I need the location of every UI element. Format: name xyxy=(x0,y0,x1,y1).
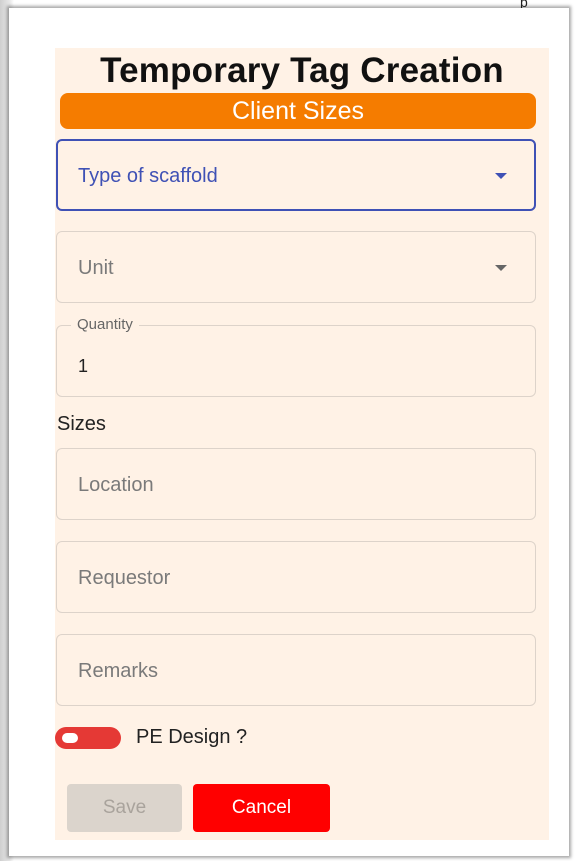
type-of-scaffold-placeholder: Type of scaffold xyxy=(78,165,218,187)
requestor-field[interactable]: Requestor xyxy=(56,541,536,613)
remarks-placeholder: Remarks xyxy=(78,660,159,682)
temporary-tag-dialog: Temporary Tag Creation Client Sizes Type… xyxy=(9,8,569,856)
pe-design-toggle[interactable] xyxy=(55,727,121,749)
dropdown-arrow-icon xyxy=(495,173,507,179)
requestor-placeholder: Requestor xyxy=(78,567,171,589)
location-field[interactable]: Location xyxy=(56,448,536,520)
sizes-section-label: Sizes xyxy=(57,413,106,435)
unit-placeholder: Unit xyxy=(78,257,114,279)
toggle-thumb xyxy=(62,733,78,743)
client-sizes-banner: Client Sizes xyxy=(60,93,536,129)
cancel-button[interactable]: Cancel xyxy=(193,784,330,832)
type-of-scaffold-select[interactable]: Type of scaffold xyxy=(56,139,536,211)
unit-select[interactable]: Unit xyxy=(56,231,536,303)
location-placeholder: Location xyxy=(78,474,154,496)
quantity-label: Quantity xyxy=(71,316,139,333)
quantity-value: 1 xyxy=(78,356,89,376)
remarks-field[interactable]: Remarks xyxy=(56,634,536,706)
form-panel: Temporary Tag Creation Client Sizes Type… xyxy=(55,48,549,840)
save-button[interactable]: Save xyxy=(67,784,182,832)
dialog-title: Temporary Tag Creation xyxy=(100,51,504,90)
pe-design-label: PE Design ? xyxy=(136,726,248,748)
dropdown-arrow-icon xyxy=(495,265,507,271)
pe-design-toggle-row: PE Design ? xyxy=(55,724,355,752)
quantity-field[interactable]: Quantity 1 xyxy=(56,316,536,397)
